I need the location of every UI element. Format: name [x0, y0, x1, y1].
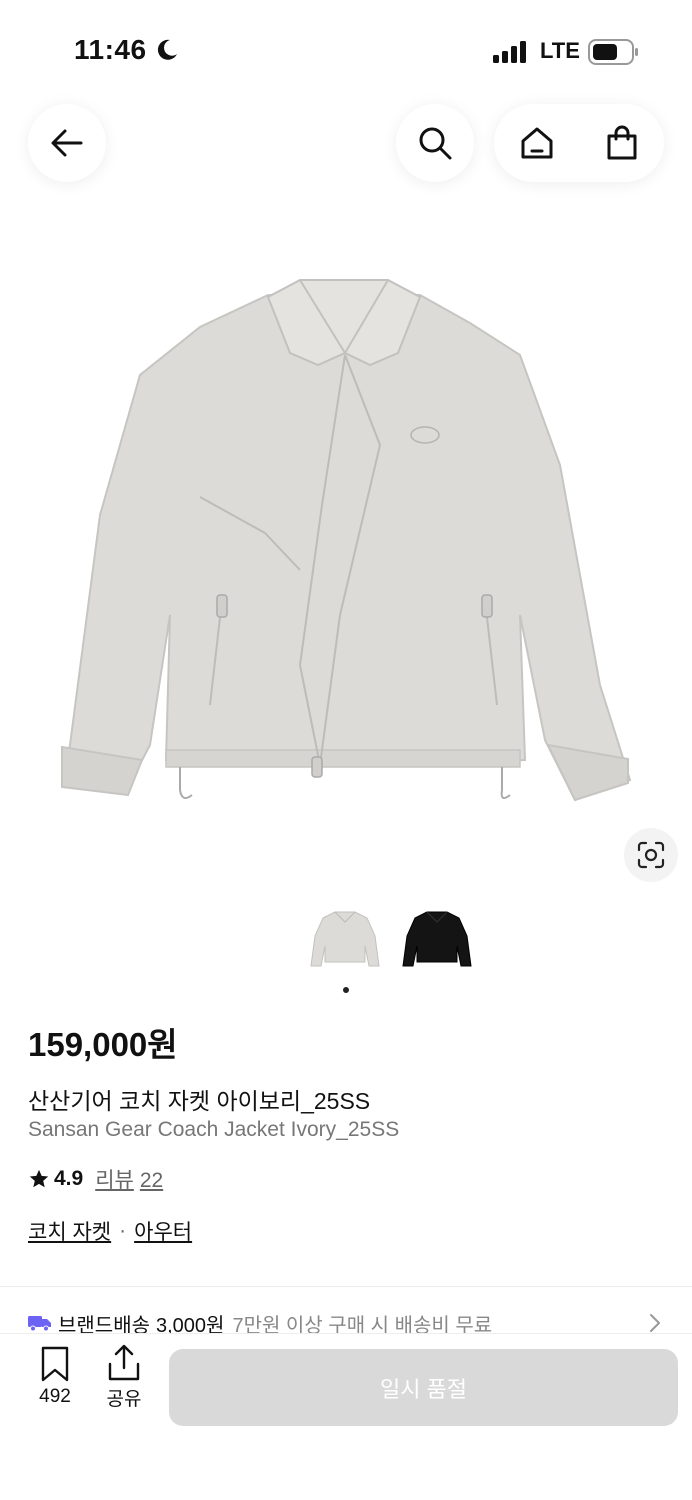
arrow-left-icon — [51, 129, 83, 157]
product-price: 159,000원 — [28, 1026, 178, 1063]
back-button[interactable] — [28, 104, 106, 182]
home-button[interactable] — [494, 104, 579, 182]
rating-row: 4.9 리뷰 22 — [28, 1164, 163, 1194]
thumbnail-black[interactable] — [398, 900, 476, 978]
jacket-ivory-thumb — [310, 911, 380, 967]
product-name-kr: 산산기어 코치 자켓 아이보리_25SS — [28, 1088, 371, 1114]
category-breadcrumb: 코치 자켓 · 아우터 — [28, 1216, 192, 1246]
top-nav — [0, 100, 692, 190]
category-link-coach-jacket[interactable]: 코치 자켓 — [28, 1216, 111, 1246]
lens-scan-icon — [637, 841, 665, 869]
chevron-right-icon — [650, 1314, 660, 1332]
share-label: 공유 — [106, 1389, 142, 1410]
image-search-button[interactable] — [624, 828, 678, 882]
search-icon — [419, 127, 452, 160]
star-icon — [29, 1169, 49, 1188]
bookmark-button[interactable]: 492 — [30, 1346, 80, 1408]
soldout-button[interactable]: 일시 품절 — [169, 1349, 678, 1426]
share-button[interactable]: 공유 — [102, 1344, 146, 1411]
search-button[interactable] — [396, 104, 474, 182]
battery-icon — [588, 39, 638, 65]
share-icon — [108, 1344, 140, 1381]
shopping-bag-icon — [607, 125, 636, 160]
review-count: 22 — [139, 1169, 164, 1192]
bookmark-icon — [41, 1346, 69, 1382]
color-thumbnails — [306, 900, 476, 980]
status-time: 11:46 — [74, 34, 147, 65]
review-label: 리뷰 — [95, 1169, 134, 1192]
section-divider — [0, 1286, 692, 1287]
review-link[interactable]: 리뷰 22 — [95, 1164, 163, 1194]
product-name-en: Sansan Gear Coach Jacket Ivory_25SS — [28, 1118, 400, 1141]
bottom-action-bar: 492 공유 일시 품절 — [0, 1333, 692, 1500]
jacket-black-thumb — [402, 911, 472, 967]
truck-icon — [28, 1316, 51, 1332]
network-type: LTE — [540, 38, 580, 63]
cart-button[interactable] — [579, 104, 664, 182]
signal-icon — [493, 41, 526, 63]
bookmark-count: 492 — [39, 1386, 71, 1407]
thumbnail-ivory[interactable] — [306, 900, 384, 978]
product-image[interactable] — [0, 235, 692, 875]
gallery-page-indicator — [343, 987, 349, 993]
rating-score: 4.9 — [54, 1167, 84, 1190]
jacket-illustration — [60, 279, 632, 802]
nav-pill — [494, 104, 664, 182]
category-link-outer[interactable]: 아우터 — [134, 1216, 192, 1246]
status-bar: 11:46 LTE — [0, 0, 692, 100]
home-icon — [521, 127, 552, 159]
category-separator: · — [119, 1219, 127, 1242]
moon-icon — [157, 39, 177, 60]
